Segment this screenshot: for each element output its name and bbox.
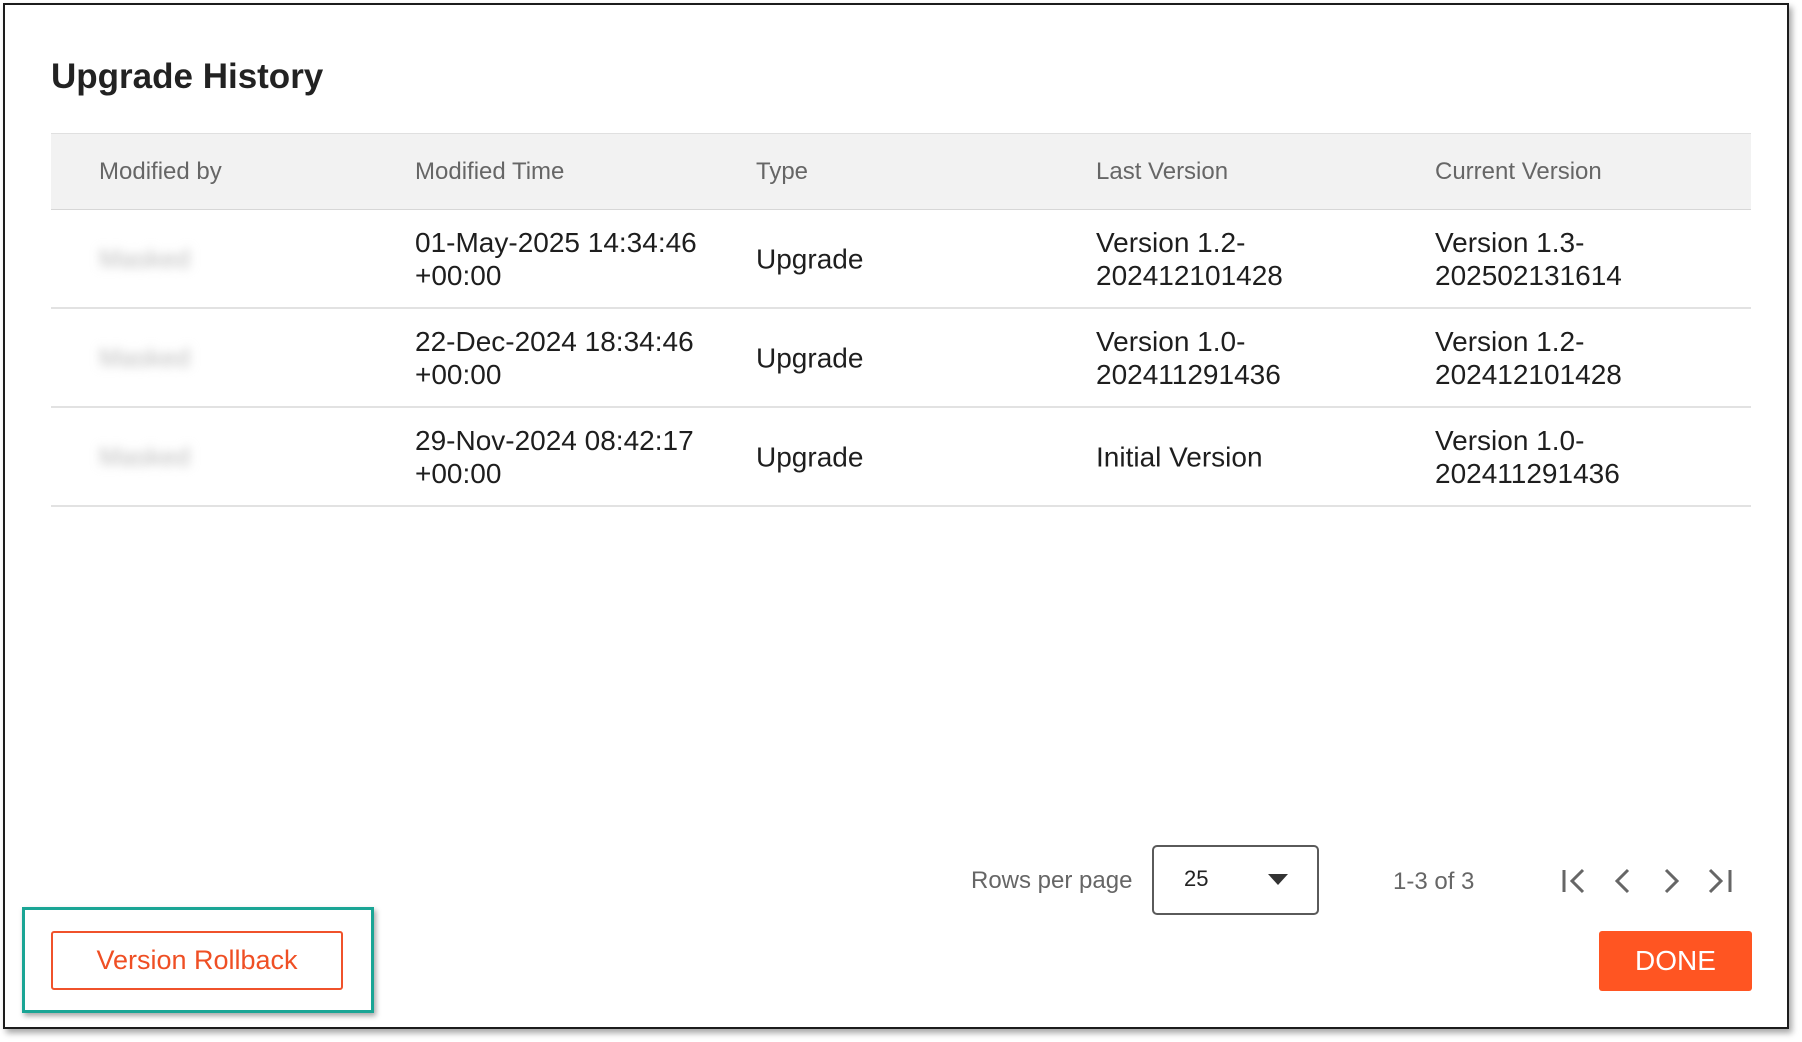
current-version-cell: Version 1.3- 202502131614: [1435, 226, 1685, 292]
version-rollback-button[interactable]: Version Rollback: [51, 931, 343, 990]
modified-time-date: 01-May-2025 14:34:46: [415, 226, 697, 258]
rows-per-page-label: Rows per page: [971, 867, 1133, 894]
last-version-build: 202412101428: [1096, 259, 1283, 291]
dialog-title: Upgrade History: [51, 57, 324, 96]
modified-time-cell: 22-Dec-2024 18:34:46 +00:00: [415, 325, 715, 391]
current-version-name: Version 1.0-: [1435, 424, 1585, 456]
column-header-modified-time[interactable]: Modified Time: [415, 134, 715, 209]
last-version-build: 202411291436: [1096, 358, 1281, 390]
last-version-name: Version 1.0-: [1096, 325, 1246, 357]
modified-by-cell: Masked: [99, 441, 191, 471]
caret-down-icon: [1268, 874, 1288, 885]
last-version-cell: Initial Version: [1096, 440, 1346, 473]
pagination-range: 1-3 of 3: [1393, 868, 1475, 895]
column-header-modified-by[interactable]: Modified by: [99, 134, 222, 209]
column-header-current-version[interactable]: Current Version: [1435, 134, 1685, 209]
table-header: Modified by Modified Time Type Last Vers…: [51, 133, 1751, 210]
modified-time-offset: +00:00: [415, 358, 502, 390]
previous-page-icon: [1614, 868, 1630, 894]
column-header-type[interactable]: Type: [756, 134, 808, 209]
table-row[interactable]: Masked 01-May-2025 14:34:46 +00:00 Upgra…: [51, 210, 1751, 309]
modified-time-date: 29-Nov-2024 08:42:17: [415, 424, 694, 456]
next-page-button[interactable]: [1653, 863, 1689, 899]
modified-time-offset: +00:00: [415, 259, 502, 291]
table-row[interactable]: Masked 29-Nov-2024 08:42:17 +00:00 Upgra…: [51, 408, 1751, 507]
last-page-button[interactable]: [1701, 863, 1737, 899]
table-row[interactable]: Masked 22-Dec-2024 18:34:46 +00:00 Upgra…: [51, 309, 1751, 408]
upgrade-history-dialog: Upgrade History Modified by Modified Tim…: [3, 3, 1789, 1029]
done-button[interactable]: DONE: [1599, 931, 1752, 991]
modified-by-cell: Masked: [99, 342, 191, 372]
last-version-name: Initial Version: [1096, 441, 1263, 472]
last-page-icon: [1708, 868, 1732, 894]
column-header-last-version[interactable]: Last Version: [1096, 134, 1346, 209]
modified-time-cell: 29-Nov-2024 08:42:17 +00:00: [415, 424, 715, 490]
last-version-cell: Version 1.0- 202411291436: [1096, 325, 1346, 391]
upgrade-history-table: Modified by Modified Time Type Last Vers…: [51, 133, 1751, 507]
previous-page-button[interactable]: [1605, 863, 1641, 899]
rows-per-page-value: 25: [1184, 866, 1209, 891]
rows-per-page-select[interactable]: 25: [1152, 845, 1319, 915]
first-page-button[interactable]: [1557, 863, 1593, 899]
current-version-build: 202411291436: [1435, 457, 1620, 489]
modified-time-offset: +00:00: [415, 457, 502, 489]
modified-time-cell: 01-May-2025 14:34:46 +00:00: [415, 226, 715, 292]
type-cell: Upgrade: [756, 441, 864, 472]
current-version-cell: Version 1.2- 202412101428: [1435, 325, 1685, 391]
last-version-name: Version 1.2-: [1096, 226, 1246, 258]
current-version-build: 202412101428: [1435, 358, 1622, 390]
last-version-cell: Version 1.2- 202412101428: [1096, 226, 1346, 292]
type-cell: Upgrade: [756, 342, 864, 373]
next-page-icon: [1664, 868, 1680, 894]
first-page-icon: [1562, 868, 1585, 894]
modified-by-cell: Masked: [99, 243, 191, 273]
modified-time-date: 22-Dec-2024 18:34:46: [415, 325, 694, 357]
type-cell: Upgrade: [756, 243, 864, 274]
current-version-cell: Version 1.0- 202411291436: [1435, 424, 1685, 490]
current-version-name: Version 1.3-: [1435, 226, 1585, 258]
current-version-name: Version 1.2-: [1435, 325, 1585, 357]
current-version-build: 202502131614: [1435, 259, 1622, 291]
